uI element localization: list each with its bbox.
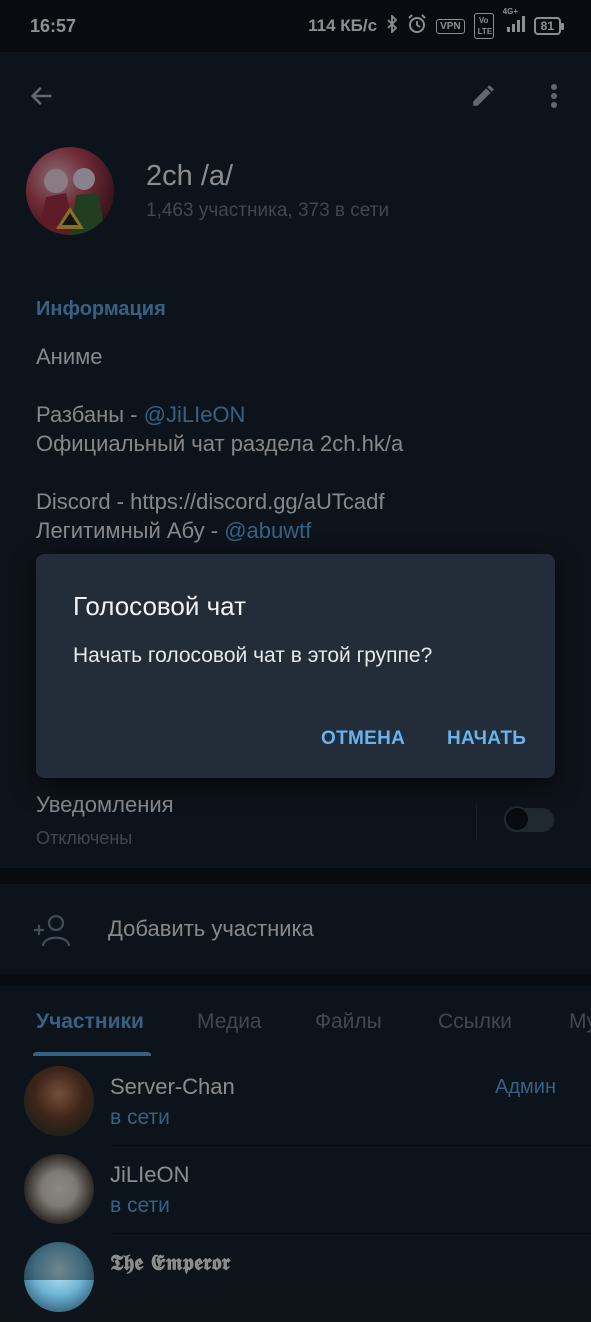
voice-chat-dialog: Голосовой чат Начать голосовой чат в это… — [36, 554, 555, 778]
dialog-message: Начать голосовой чат в этой группе? — [73, 644, 433, 667]
cancel-button[interactable]: ОТМЕНА — [321, 728, 405, 750]
start-button[interactable]: НАЧАТЬ — [447, 728, 526, 750]
dialog-title: Голосовой чат — [73, 591, 246, 621]
